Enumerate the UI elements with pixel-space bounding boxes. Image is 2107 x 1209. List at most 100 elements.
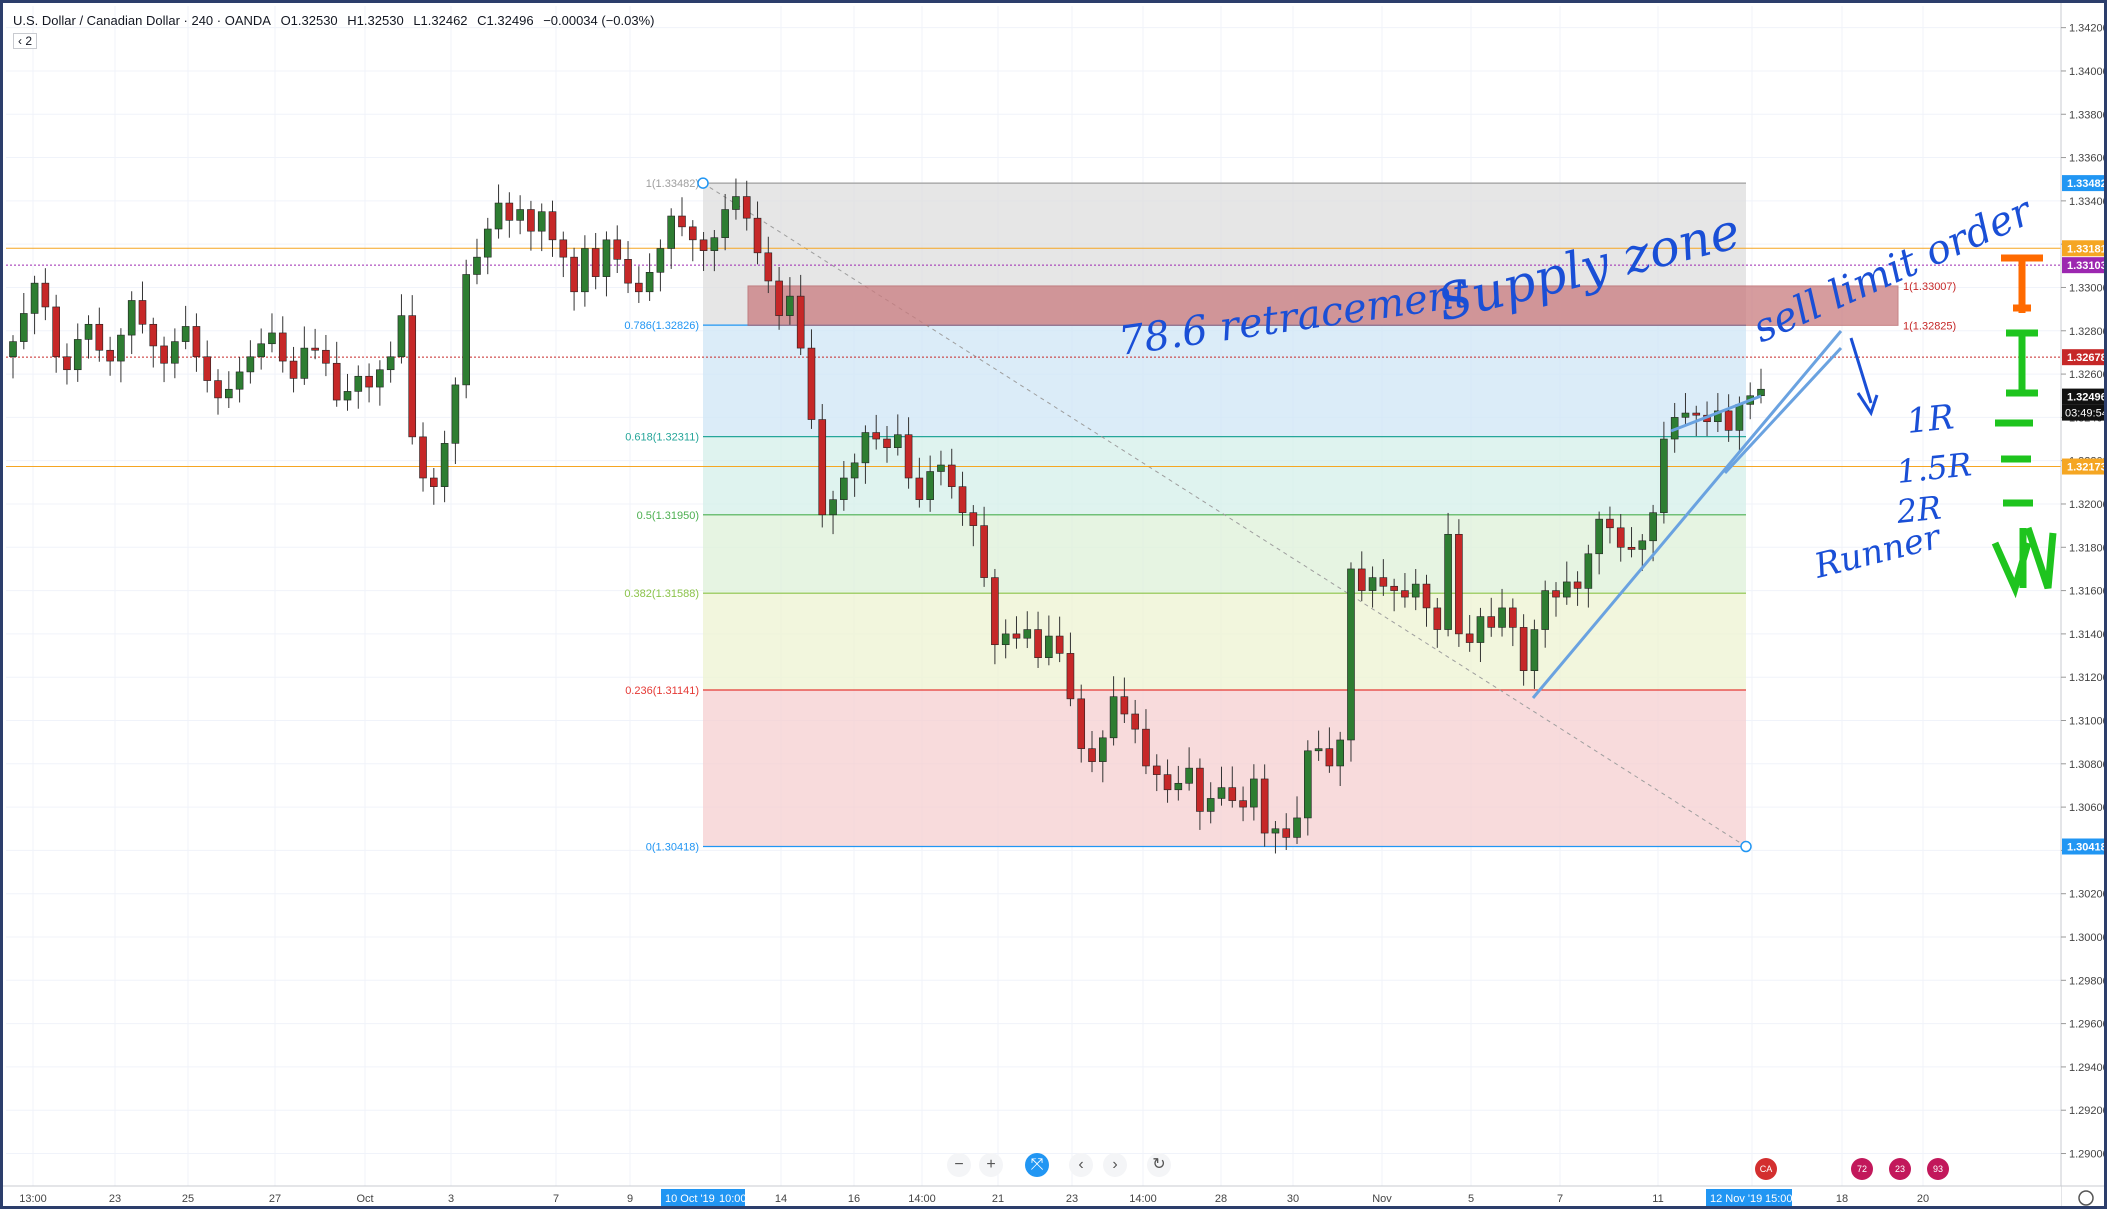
candle-body xyxy=(494,202,503,230)
fib-level-label: 0.786(1.32826) xyxy=(624,320,699,332)
candle-body xyxy=(1649,512,1657,542)
us-event-icon[interactable]: 72 xyxy=(1851,1158,1873,1180)
candle-body xyxy=(268,332,276,345)
supply-zone-label: 1(1.32825) xyxy=(1903,320,1956,332)
candle-body xyxy=(451,384,460,444)
candle-body xyxy=(1757,388,1765,397)
time-tick-label: 7 xyxy=(553,1193,559,1205)
candle xyxy=(84,315,93,359)
candle-body xyxy=(786,295,794,316)
price-tick-label: 1.31800 xyxy=(2069,542,2107,554)
candle-body xyxy=(1271,828,1280,834)
candle-body xyxy=(732,196,740,210)
candle-body xyxy=(440,443,449,487)
price-label: 1.32173 xyxy=(2067,462,2107,474)
price-tick-label: 1.29800 xyxy=(2069,975,2107,987)
candle-body xyxy=(980,525,988,578)
candle-body xyxy=(1606,518,1614,529)
candle-body xyxy=(95,323,104,351)
time-tick-label: 23 xyxy=(1066,1193,1078,1205)
chart-canvas[interactable]: 1(1.33482) 0.786(1.32826) 0.618(1.32311) 0.… xyxy=(3,3,2107,1209)
candle-body xyxy=(1163,774,1172,791)
candle xyxy=(106,336,114,376)
candle-body xyxy=(322,349,330,364)
price-tick-label: 1.32600 xyxy=(2069,369,2107,381)
candle xyxy=(138,281,147,334)
candle-body xyxy=(969,512,978,526)
candle-body xyxy=(1055,635,1064,654)
candle-body xyxy=(63,356,71,371)
candle xyxy=(52,294,60,373)
time-tick-label: 20 xyxy=(1917,1193,1929,1205)
price-label: 1.33181 xyxy=(2067,243,2107,255)
time-highlight-left: 10 Oct '19 xyxy=(665,1193,715,1205)
candle-body xyxy=(721,209,729,238)
candle-body xyxy=(246,356,255,373)
fib-level-label: 0.236(1.31141) xyxy=(625,685,699,697)
candle-body xyxy=(764,252,773,282)
us-event-icon-2[interactable]: 23 xyxy=(1889,1158,1911,1180)
candle xyxy=(30,275,39,335)
candle-body xyxy=(1282,828,1291,838)
candle-body xyxy=(1509,607,1517,628)
zoom-in-button[interactable]: + xyxy=(979,1153,1003,1177)
time-tick-label: 23 xyxy=(109,1193,121,1205)
price-label: 1.30418 xyxy=(2067,842,2107,854)
runner-annotation: Runner xyxy=(1810,517,1946,587)
scroll-right-button[interactable]: › xyxy=(1103,1153,1127,1177)
candle-body xyxy=(1681,412,1690,418)
candle xyxy=(635,266,643,303)
candle-body xyxy=(548,211,557,241)
candle-body xyxy=(1142,728,1150,767)
us-event-icon-3[interactable]: 93 xyxy=(1927,1158,1949,1180)
time-tick-label: 21 xyxy=(992,1193,1004,1205)
candle xyxy=(289,346,298,393)
candle-body xyxy=(1088,748,1096,762)
candle-body xyxy=(1627,546,1636,550)
price-axis: 1.342001.340001.338001.336001.334001.332… xyxy=(2060,3,2107,1206)
time-tick-label: 14:00 xyxy=(1129,1193,1157,1205)
canada-event-icon[interactable]: CA xyxy=(1755,1158,1777,1180)
candle-body xyxy=(581,248,589,293)
candle xyxy=(613,225,622,274)
candle xyxy=(268,313,276,353)
price-tick-label: 1.31000 xyxy=(2069,715,2107,727)
candle-body xyxy=(386,356,395,371)
candle-body xyxy=(1724,410,1733,431)
ohlc-close: C1.32496 xyxy=(477,13,534,28)
zoom-out-button[interactable]: − xyxy=(947,1153,971,1177)
candle xyxy=(462,259,470,399)
time-tick-label: 30 xyxy=(1287,1193,1299,1205)
chart-window[interactable]: 1(1.33482) 0.786(1.32826) 0.618(1.32311) 0.… xyxy=(0,0,2107,1209)
candle-body xyxy=(1692,412,1701,416)
candle xyxy=(1347,562,1355,762)
reset-chart-button[interactable]: ⤧ xyxy=(1025,1153,1049,1177)
refresh-button[interactable]: ↻ xyxy=(1147,1153,1171,1177)
time-tick-label: 25 xyxy=(182,1193,194,1205)
candle-body xyxy=(840,477,848,500)
candle xyxy=(451,377,460,465)
candle-body xyxy=(19,313,28,342)
candle-body xyxy=(1357,568,1366,591)
studies-toggle-button[interactable]: ‹ 2 xyxy=(13,33,38,49)
candle-body xyxy=(1196,767,1204,812)
scroll-left-button[interactable]: ‹ xyxy=(1069,1153,1093,1177)
price-tick-label: 1.30200 xyxy=(2069,889,2107,901)
candle-body xyxy=(171,341,179,364)
candle-body xyxy=(937,464,945,472)
candle-body xyxy=(1498,607,1506,628)
candle xyxy=(527,200,535,251)
candle-body xyxy=(559,239,568,258)
candle-body xyxy=(203,356,212,381)
candle-body xyxy=(635,282,643,293)
symbol-legend: U.S. Dollar / Canadian Dollar · 240 · OA… xyxy=(13,13,661,28)
fib-anchor-handle[interactable] xyxy=(697,177,709,189)
candle-body xyxy=(1379,577,1388,587)
candle-body xyxy=(9,341,17,358)
fib-anchor-handle[interactable] xyxy=(1740,840,1752,853)
candle-body xyxy=(1390,585,1398,591)
candle xyxy=(41,268,50,321)
time-tick-label: 3 xyxy=(448,1193,454,1205)
candle-body xyxy=(1131,713,1139,730)
candle-body xyxy=(1487,616,1496,628)
